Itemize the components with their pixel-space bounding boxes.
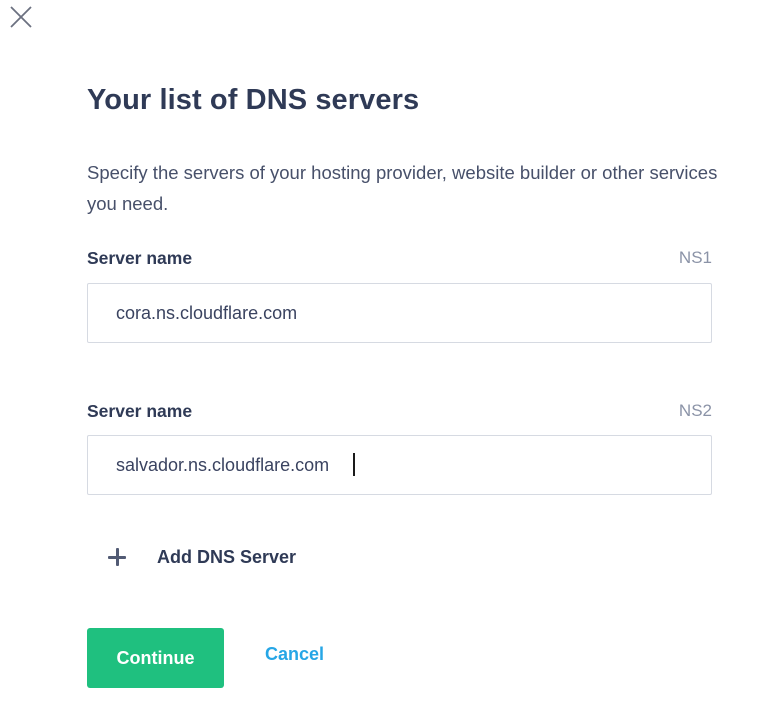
server-name-label: Server name <box>87 401 193 421</box>
server-name-input-ns1[interactable] <box>87 283 712 343</box>
dns-servers-dialog: Your list of DNS servers Specify the ser… <box>0 0 778 719</box>
add-dns-server-label: Add DNS Server <box>157 546 297 567</box>
close-button[interactable] <box>8 4 34 30</box>
cancel-button[interactable]: Cancel <box>265 644 324 665</box>
server-name-input-ns2[interactable] <box>87 435 712 495</box>
continue-button[interactable]: Continue <box>87 628 224 688</box>
add-dns-server-button[interactable]: Add DNS Server <box>108 542 296 572</box>
plus-icon <box>108 548 126 566</box>
ns2-tag: NS2 <box>678 401 712 420</box>
field-header-ns1: Server name NS1 <box>87 248 712 272</box>
dialog-title: Your list of DNS servers <box>87 84 420 116</box>
ns1-tag: NS1 <box>678 248 712 267</box>
server-name-label: Server name <box>87 248 193 268</box>
text-cursor <box>353 453 355 476</box>
dialog-description: Specify the servers of your hosting prov… <box>87 162 718 214</box>
close-icon <box>10 6 32 28</box>
field-header-ns2: Server name NS2 <box>87 401 712 425</box>
